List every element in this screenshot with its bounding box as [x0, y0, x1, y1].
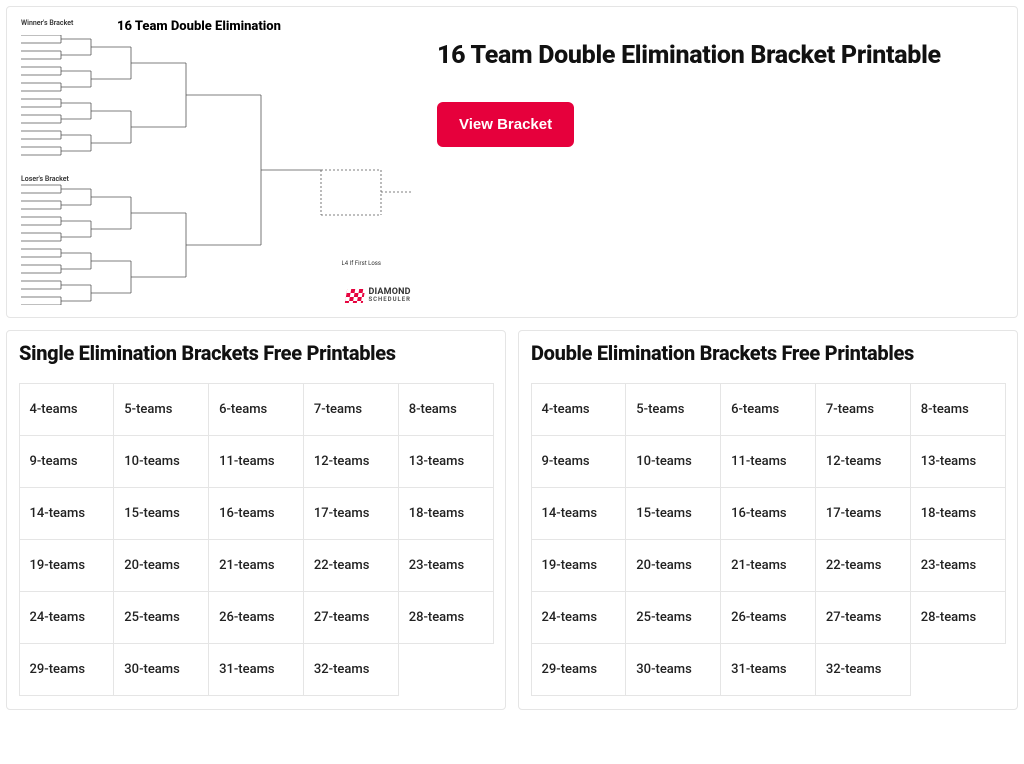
double-link-30-teams[interactable]: 30-teams [625, 643, 721, 696]
single-team-grid: 4-teams5-teams6-teams7-teams8-teams 9-tea… [19, 383, 493, 695]
double-link-14-teams[interactable]: 14-teams [531, 487, 627, 540]
single-link-16-teams[interactable]: 16-teams [208, 487, 304, 540]
double-link-25-teams[interactable]: 25-teams [625, 591, 721, 644]
double-link-7-teams[interactable]: 7-teams [815, 383, 911, 436]
single-link-17-teams[interactable]: 17-teams [303, 487, 399, 540]
single-link-13-teams[interactable]: 13-teams [398, 435, 494, 488]
logo-mark-icon [345, 289, 365, 303]
single-link-28-teams[interactable]: 28-teams [398, 591, 494, 644]
single-empty-cell [398, 643, 494, 696]
single-link-31-teams[interactable]: 31-teams [208, 643, 304, 696]
single-link-5-teams[interactable]: 5-teams [113, 383, 209, 436]
diamond-scheduler-logo: DIAMOND SCHEDULER [346, 288, 411, 303]
featured-info: 16 Team Double Elimination Bracket Print… [437, 17, 1007, 147]
single-link-30-teams[interactable]: 30-teams [113, 643, 209, 696]
double-link-23-teams[interactable]: 23-teams [910, 539, 1006, 592]
double-link-13-teams[interactable]: 13-teams [910, 435, 1006, 488]
single-link-6-teams[interactable]: 6-teams [208, 383, 304, 436]
featured-heading: 16 Team Double Elimination Bracket Print… [437, 41, 1007, 70]
double-link-31-teams[interactable]: 31-teams [720, 643, 816, 696]
double-link-22-teams[interactable]: 22-teams [815, 539, 911, 592]
double-link-18-teams[interactable]: 18-teams [910, 487, 1006, 540]
single-link-10-teams[interactable]: 10-teams [113, 435, 209, 488]
double-link-28-teams[interactable]: 28-teams [910, 591, 1006, 644]
double-link-15-teams[interactable]: 15-teams [625, 487, 721, 540]
single-link-15-teams[interactable]: 15-teams [113, 487, 209, 540]
double-link-5-teams[interactable]: 5-teams [625, 383, 721, 436]
double-team-grid: 4-teams5-teams6-teams7-teams8-teams 9-tea… [531, 383, 1005, 695]
featured-bracket-card: Winner's Bracket Loser's Bracket 16 Team… [6, 6, 1018, 318]
single-link-9-teams[interactable]: 9-teams [19, 435, 115, 488]
single-link-4-teams[interactable]: 4-teams [19, 383, 115, 436]
single-heading: Single Elimination Brackets Free Printab… [19, 341, 493, 365]
double-link-12-teams[interactable]: 12-teams [815, 435, 911, 488]
single-link-11-teams[interactable]: 11-teams [208, 435, 304, 488]
single-link-18-teams[interactable]: 18-teams [398, 487, 494, 540]
double-link-16-teams[interactable]: 16-teams [720, 487, 816, 540]
single-link-25-teams[interactable]: 25-teams [113, 591, 209, 644]
logo-text-2: SCHEDULER [368, 297, 411, 303]
double-link-20-teams[interactable]: 20-teams [625, 539, 721, 592]
double-link-11-teams[interactable]: 11-teams [720, 435, 816, 488]
single-link-7-teams[interactable]: 7-teams [303, 383, 399, 436]
single-link-27-teams[interactable]: 27-teams [303, 591, 399, 644]
single-elimination-card: Single Elimination Brackets Free Printab… [6, 330, 506, 710]
double-link-21-teams[interactable]: 21-teams [720, 539, 816, 592]
view-bracket-button[interactable]: View Bracket [437, 102, 574, 147]
single-link-14-teams[interactable]: 14-teams [19, 487, 115, 540]
single-link-26-teams[interactable]: 26-teams [208, 591, 304, 644]
double-link-17-teams[interactable]: 17-teams [815, 487, 911, 540]
double-link-8-teams[interactable]: 8-teams [910, 383, 1006, 436]
single-link-24-teams[interactable]: 24-teams [19, 591, 115, 644]
single-link-20-teams[interactable]: 20-teams [113, 539, 209, 592]
single-link-8-teams[interactable]: 8-teams [398, 383, 494, 436]
double-link-32-teams[interactable]: 32-teams [815, 643, 911, 696]
single-link-21-teams[interactable]: 21-teams [208, 539, 304, 592]
double-link-10-teams[interactable]: 10-teams [625, 435, 721, 488]
double-link-27-teams[interactable]: 27-teams [815, 591, 911, 644]
single-link-19-teams[interactable]: 19-teams [19, 539, 115, 592]
double-heading: Double Elimination Brackets Free Printab… [531, 341, 1005, 365]
single-link-29-teams[interactable]: 29-teams [19, 643, 115, 696]
winners-bracket-label: Winner's Bracket [21, 19, 73, 27]
double-link-29-teams[interactable]: 29-teams [531, 643, 627, 696]
if-first-loss-note: L4 If First Loss [341, 260, 381, 267]
double-link-9-teams[interactable]: 9-teams [531, 435, 627, 488]
thumbnail-title: 16 Team Double Elimination [117, 19, 281, 34]
single-link-12-teams[interactable]: 12-teams [303, 435, 399, 488]
double-link-19-teams[interactable]: 19-teams [531, 539, 627, 592]
bracket-grids-row: Single Elimination Brackets Free Printab… [6, 330, 1018, 710]
double-elimination-card: Double Elimination Brackets Free Printab… [518, 330, 1018, 710]
single-link-23-teams[interactable]: 23-teams [398, 539, 494, 592]
double-link-24-teams[interactable]: 24-teams [531, 591, 627, 644]
single-link-32-teams[interactable]: 32-teams [303, 643, 399, 696]
bracket-thumbnail: Winner's Bracket Loser's Bracket 16 Team… [17, 17, 417, 307]
double-link-4-teams[interactable]: 4-teams [531, 383, 627, 436]
double-link-26-teams[interactable]: 26-teams [720, 591, 816, 644]
double-link-6-teams[interactable]: 6-teams [720, 383, 816, 436]
single-link-22-teams[interactable]: 22-teams [303, 539, 399, 592]
double-empty-cell [910, 643, 1006, 696]
